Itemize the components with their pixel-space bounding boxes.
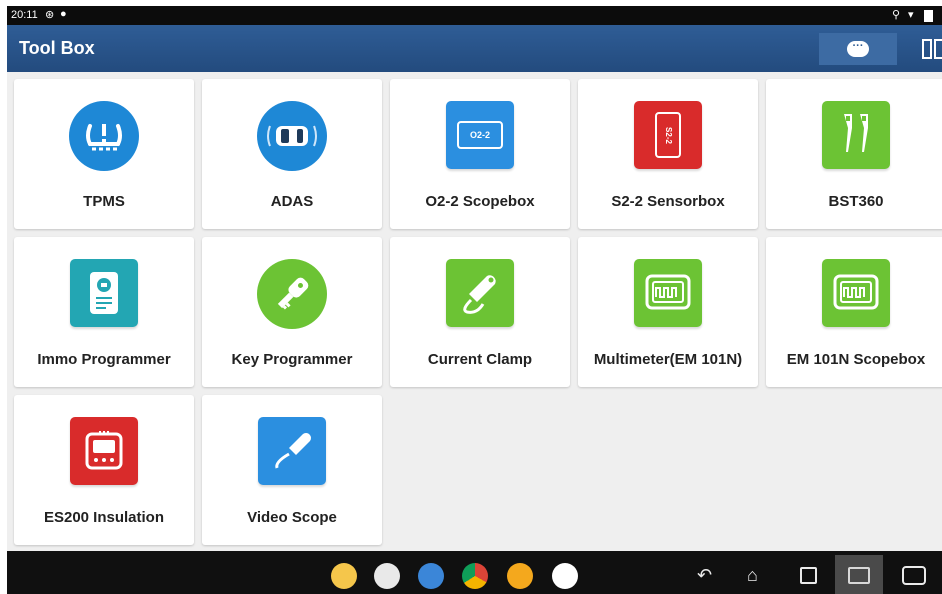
tool-label: Immo Programmer — [37, 351, 171, 368]
tool-tile-immo-programmer[interactable]: Immo Programmer — [14, 237, 194, 387]
tool-tile-multimeter[interactable]: Multimeter(EM 101N) — [578, 237, 758, 387]
tool-label: TPMS — [83, 193, 125, 210]
current-clamp-icon — [446, 259, 514, 327]
scopebox-icon: O2-2 — [446, 101, 514, 169]
tool-label: O2-2 Scopebox — [425, 193, 535, 210]
immo-programmer-icon — [70, 259, 138, 327]
tool-tile-adas[interactable]: ADAS — [202, 79, 382, 229]
tool-tile-current-clamp[interactable]: Current Clamp — [390, 237, 570, 387]
battery-icon — [924, 10, 933, 22]
tool-tile-o2-2-scopebox[interactable]: O2-2 O2-2 Scopebox — [390, 79, 570, 229]
adas-car-icon — [257, 101, 327, 171]
wifi-icon: ▾ — [908, 9, 914, 21]
gallery-icon[interactable] — [374, 563, 400, 589]
video-scope-icon — [258, 417, 326, 485]
tool-label: Current Clamp — [427, 351, 533, 368]
battery-tester-icon — [822, 101, 890, 169]
app-bar: Tool Box ··· — [7, 25, 942, 72]
vci-icon[interactable] — [902, 566, 926, 585]
tool-label: Key Programmer — [231, 351, 353, 368]
tool-tile-es200-insulation[interactable]: ES200 Insulation — [14, 395, 194, 545]
key-icon — [257, 259, 327, 329]
tool-tile-bst360[interactable]: BST360 — [766, 79, 942, 229]
home-icon[interactable]: ⌂ — [747, 565, 758, 586]
mail-icon[interactable] — [331, 563, 357, 589]
insulation-tester-icon — [70, 417, 138, 485]
tool-label: S2-2 Sensorbox — [611, 193, 725, 210]
multimeter-icon — [634, 259, 702, 327]
tool-label: Multimeter(EM 101N) — [593, 351, 743, 368]
tool-label: Video Scope — [247, 509, 337, 526]
tool-tile-em-101n-scopebox[interactable]: EM 101N Scopebox — [766, 237, 942, 387]
tablet-screen: 20:11 ⊛ ● ⚲ ▾ Tool Box ··· TPMS ADAS O2-… — [7, 6, 942, 594]
photos-icon[interactable] — [418, 563, 444, 589]
tool-label: EM 101N Scopebox — [786, 351, 926, 368]
page-title: Tool Box — [19, 38, 95, 58]
chat-icon: ··· — [847, 41, 869, 57]
screenshot-button[interactable] — [835, 555, 883, 594]
tool-tile-s2-2-sensorbox[interactable]: S2-2 S2-2 Sensorbox — [578, 79, 758, 229]
sensorbox-icon: S2-2 — [634, 101, 702, 169]
scopebox-badge: O2-2 — [457, 121, 503, 149]
tool-tile-key-programmer[interactable]: Key Programmer — [202, 237, 382, 387]
screenshot-icon — [848, 567, 870, 584]
tool-tile-video-scope[interactable]: Video Scope — [202, 395, 382, 545]
tpms-icon — [69, 101, 139, 171]
oscilloscope-icon — [822, 259, 890, 327]
tool-label: BST360 — [828, 193, 884, 210]
sensorbox-badge: S2-2 — [663, 126, 673, 144]
split-screen-icon[interactable] — [921, 37, 942, 61]
notification-icon: ⊛ — [45, 9, 55, 21]
status-bar: 20:11 ⊛ ● ⚲ ▾ — [7, 6, 942, 25]
message-icon: ● — [60, 8, 67, 20]
app-drawer-icon[interactable] — [552, 563, 578, 589]
tool-label: ADAS — [270, 193, 314, 210]
system-nav-bar: ↶ ⌂ — [7, 551, 942, 594]
chat-button[interactable]: ··· — [819, 33, 897, 65]
tool-tile-tpms[interactable]: TPMS — [14, 79, 194, 229]
location-icon: ⚲ — [892, 9, 901, 21]
status-time: 20:11 — [11, 9, 38, 21]
chrome-icon[interactable] — [462, 563, 488, 589]
recents-icon[interactable] — [800, 567, 817, 584]
back-icon[interactable]: ↶ — [697, 565, 712, 586]
tool-label: ES200 Insulation — [43, 509, 165, 526]
camera-icon[interactable] — [507, 563, 533, 589]
